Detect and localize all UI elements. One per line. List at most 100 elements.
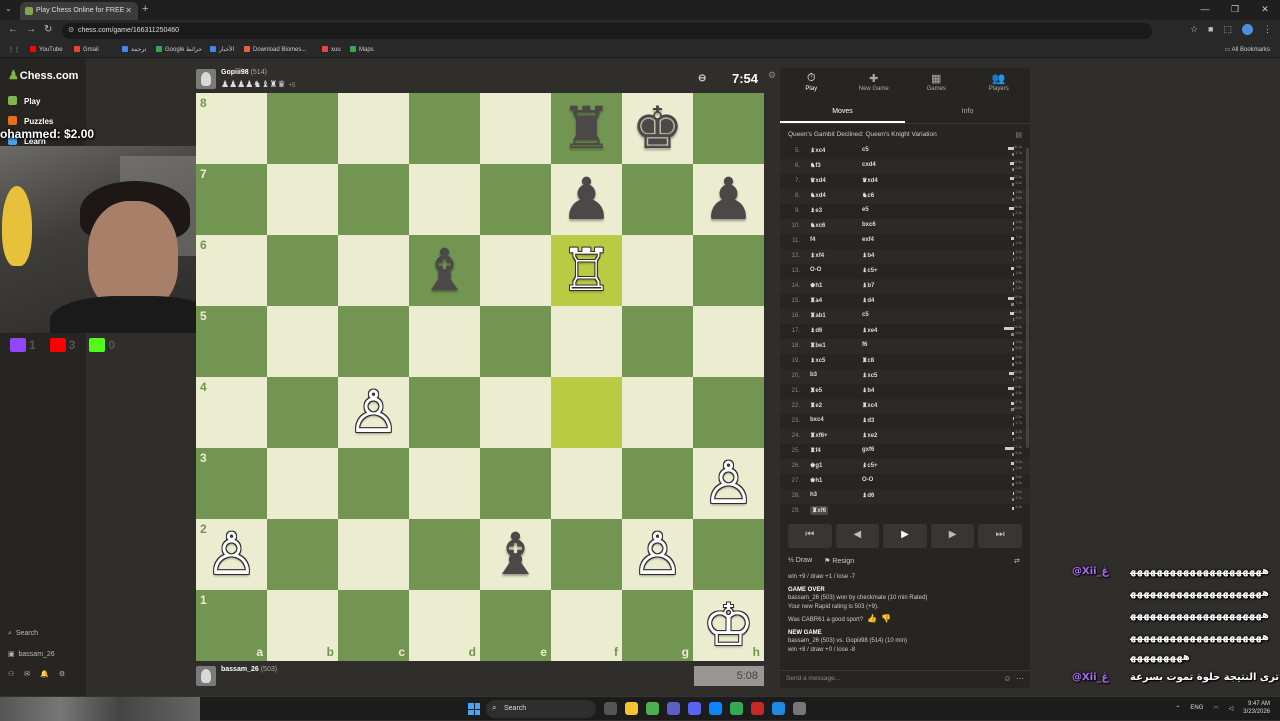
black-bishop[interactable]: ♝ <box>409 235 480 306</box>
white-pawn[interactable]: ♙ <box>196 519 267 590</box>
white-move[interactable]: ♜xf6 <box>810 506 829 515</box>
black-move[interactable]: O-O <box>862 477 873 483</box>
square-a2[interactable]: 2 ♙ <box>196 519 267 590</box>
flip-board-icon[interactable]: ⇄ <box>1014 557 1020 565</box>
white-move[interactable]: ♜a4 <box>810 297 822 304</box>
sidebar-search[interactable]: ⌕ Search <box>8 630 38 638</box>
black-move[interactable]: ♛xd4 <box>862 177 878 184</box>
square-g2[interactable]: ♙ <box>622 519 693 590</box>
sidebar-item-play[interactable]: Play <box>8 96 40 106</box>
square-c1[interactable]: c <box>338 590 409 661</box>
square-a8[interactable]: 8 <box>196 93 267 164</box>
black-move[interactable]: cxd4 <box>862 162 876 168</box>
white-move[interactable]: ♞xd4 <box>810 192 826 199</box>
white-move[interactable]: ♞f3 <box>810 162 821 169</box>
previous-move-button[interactable]: ◀ <box>835 524 880 548</box>
square-g1[interactable]: g <box>622 590 693 661</box>
black-move[interactable]: ♝d4 <box>862 297 874 304</box>
white-pawn[interactable]: ♙ <box>338 377 409 448</box>
square-c3[interactable] <box>338 448 409 519</box>
white-pawn[interactable]: ♙ <box>693 448 764 519</box>
black-move[interactable]: ♞c6 <box>862 192 874 199</box>
next-move-button[interactable]: ▶ <box>930 524 975 548</box>
white-move[interactable]: bxc4 <box>810 417 824 423</box>
bookmark-news[interactable]: الأخبار <box>210 46 234 53</box>
white-move[interactable]: ♝e3 <box>810 207 822 214</box>
messages-icon[interactable]: ✉ <box>24 671 40 678</box>
square-a3[interactable]: 3 <box>196 448 267 519</box>
file-explorer-icon[interactable] <box>625 702 638 715</box>
profile-avatar[interactable] <box>1242 24 1253 35</box>
square-h2[interactable] <box>693 519 764 590</box>
black-move[interactable]: ♝xc5 <box>862 372 877 379</box>
black-move[interactable]: gxf6 <box>862 447 874 453</box>
black-move[interactable]: c5 <box>862 312 869 318</box>
square-c2[interactable] <box>338 519 409 590</box>
square-e3[interactable] <box>480 448 551 519</box>
black-move[interactable]: ♝d3 <box>862 417 874 424</box>
square-b3[interactable] <box>267 448 338 519</box>
square-e1[interactable]: e <box>480 590 551 661</box>
black-move[interactable]: f6 <box>862 342 867 348</box>
bookmark-youtube[interactable]: YouTube <box>30 46 63 53</box>
resign-button[interactable]: ⚑ Resign <box>824 557 854 565</box>
play-moves-button[interactable]: ▶ <box>883 524 927 548</box>
black-move[interactable]: ♝xe4 <box>862 327 877 334</box>
close-tab-icon[interactable]: ✕ <box>125 6 132 15</box>
discord-icon[interactable] <box>688 702 701 715</box>
square-a7[interactable]: 7 <box>196 164 267 235</box>
thumbs-down-icon[interactable]: 👎 <box>881 614 891 623</box>
taskbar-clock[interactable]: 9:47 AM 3/23/2026 <box>1243 700 1270 716</box>
square-f3[interactable] <box>551 448 622 519</box>
tab-play[interactable]: ⏱ Play <box>780 68 843 100</box>
player-avatar[interactable] <box>196 666 216 686</box>
white-move[interactable]: f4 <box>810 237 815 243</box>
reload-icon[interactable]: ↻ <box>44 24 52 35</box>
square-d8[interactable] <box>409 93 480 164</box>
white-move[interactable]: ♝xc4 <box>810 147 825 154</box>
square-d4[interactable] <box>409 377 480 448</box>
black-move[interactable]: ♝c5+ <box>862 267 878 274</box>
more-icon[interactable]: ⋯ <box>1016 674 1024 683</box>
move-list-scrollbar[interactable] <box>1026 148 1029 448</box>
square-d7[interactable] <box>409 164 480 235</box>
square-h6[interactable] <box>693 235 764 306</box>
white-move[interactable]: ♚h1 <box>810 282 822 289</box>
square-f5[interactable] <box>551 306 622 377</box>
square-h4[interactable] <box>693 377 764 448</box>
black-move[interactable]: e5 <box>862 207 869 213</box>
bookmark-maps[interactable]: Maps <box>350 46 374 53</box>
square-d2[interactable] <box>409 519 480 590</box>
bookmark-translate[interactable]: ترجمة <box>122 46 146 53</box>
task-view-icon[interactable] <box>604 702 617 715</box>
black-move[interactable]: ♝b4 <box>862 252 874 259</box>
app-icon[interactable] <box>793 702 806 715</box>
star-icon[interactable]: ☆ <box>1190 24 1198 35</box>
app-icon[interactable] <box>751 702 764 715</box>
square-d3[interactable] <box>409 448 480 519</box>
white-move[interactable]: ♛xd4 <box>810 177 826 184</box>
draw-button[interactable]: ½ Draw <box>788 557 812 565</box>
black-move[interactable]: bxc6 <box>862 222 876 228</box>
square-b7[interactable] <box>267 164 338 235</box>
white-move[interactable]: b3 <box>810 372 817 378</box>
tab-moves[interactable]: Moves <box>780 102 905 123</box>
black-move[interactable]: ♝c5+ <box>862 462 878 469</box>
all-bookmarks[interactable]: ▭ All Bookmarks <box>1225 46 1270 53</box>
black-move[interactable]: ♜c8 <box>862 357 874 364</box>
square-e2[interactable]: ♝ <box>480 519 551 590</box>
square-b1[interactable]: b <box>267 590 338 661</box>
opponent-avatar[interactable] <box>196 69 216 89</box>
app-icon[interactable] <box>772 702 785 715</box>
square-h1[interactable]: h ♔ <box>693 590 764 661</box>
square-g7[interactable] <box>622 164 693 235</box>
tab-search-icon[interactable]: ⌄ <box>5 4 12 13</box>
browser-tab[interactable]: Play Chess Online for FREE ✕ <box>20 2 138 20</box>
store-icon[interactable] <box>646 702 659 715</box>
apps-icon[interactable]: ⋮⋮ <box>8 46 20 53</box>
thumbs-up-icon[interactable]: 👍 <box>867 614 877 623</box>
square-h5[interactable] <box>693 306 764 377</box>
player-name[interactable]: bassam_26 (503) <box>221 666 277 673</box>
square-g3[interactable] <box>622 448 693 519</box>
sidebar-item-puzzles[interactable]: Puzzles <box>8 116 53 126</box>
